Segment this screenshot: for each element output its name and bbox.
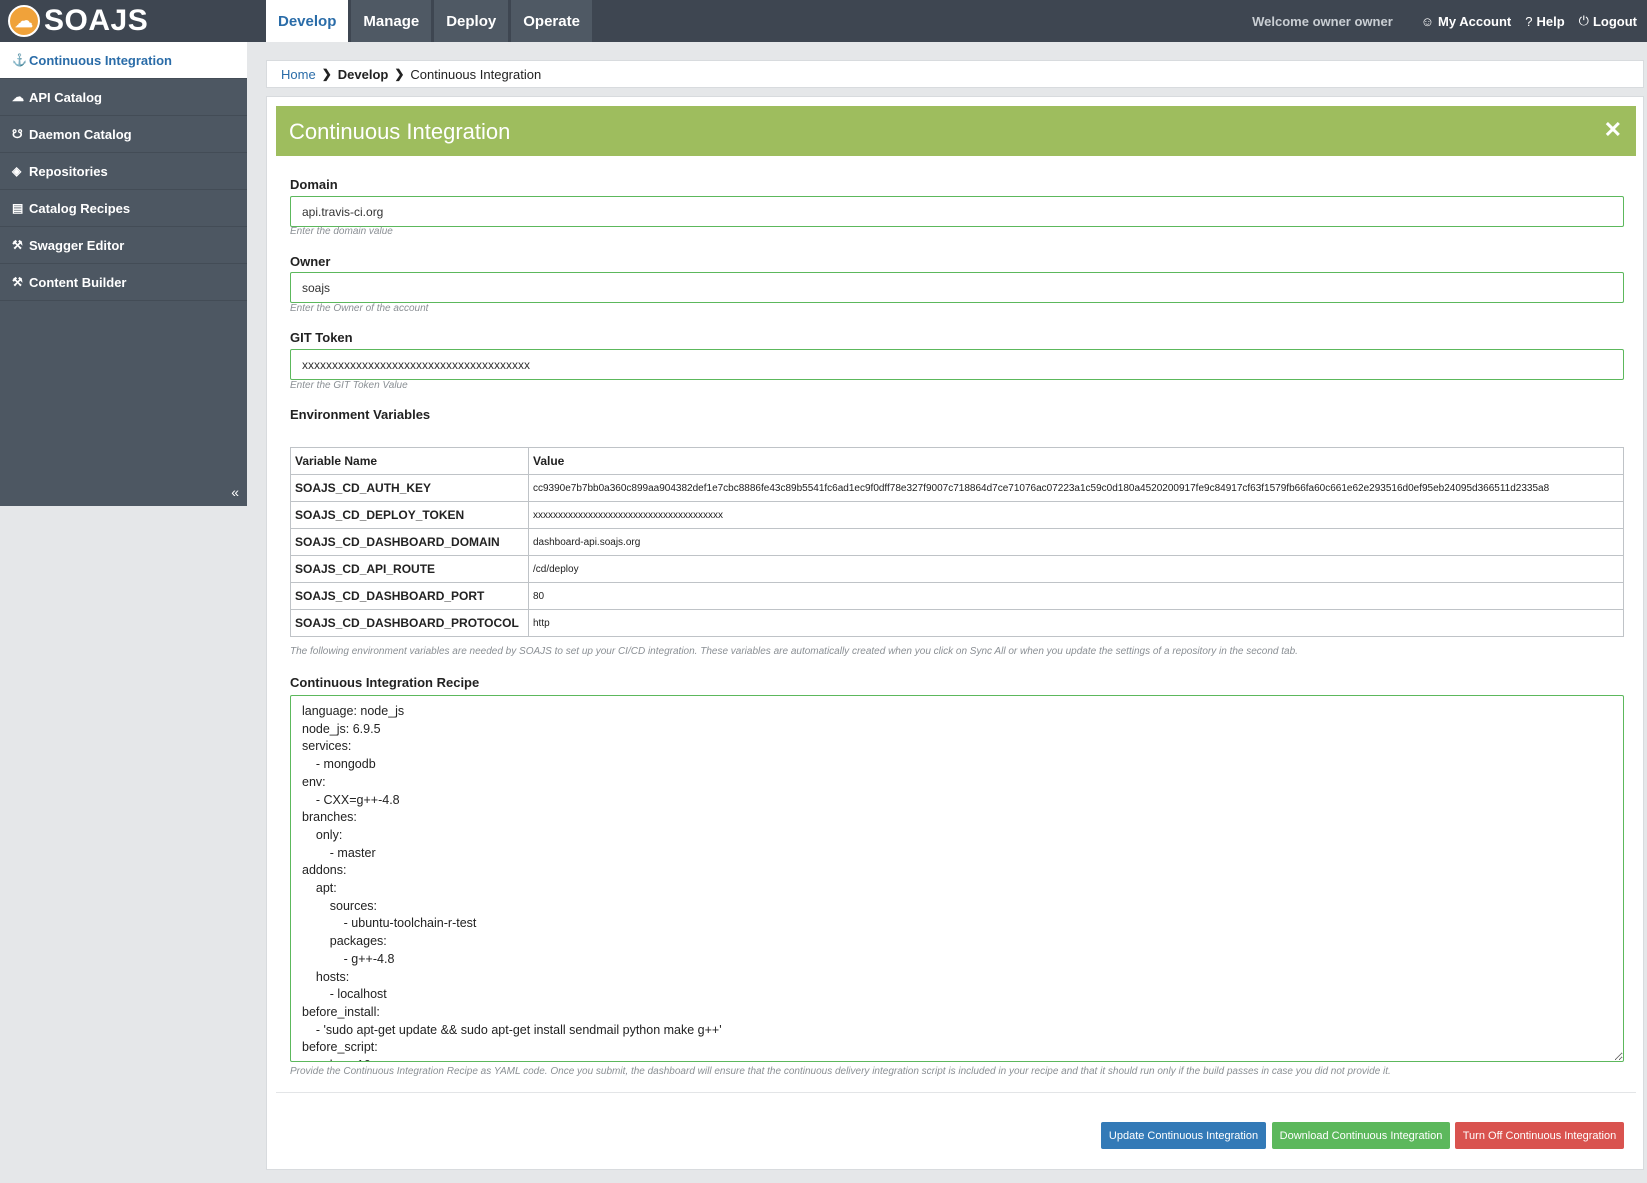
app-name: SOAJS [44,4,149,37]
logout-link[interactable]: ⏻ Logout [1579,13,1637,29]
breadcrumb: Home ❯ Develop ❯ Continuous Integration [266,60,1644,88]
divider [276,1092,1636,1093]
turn-off-ci-button[interactable]: Turn Off Continuous Integration [1455,1122,1624,1149]
chevron-right-icon: ❯ [394,67,405,81]
sidebar-item-content-builder[interactable]: ⚒ Content Builder [0,264,247,301]
sidebar-item-daemon-catalog[interactable]: ☋ Daemon Catalog [0,116,247,153]
sidebar-item-label: Catalog Recipes [29,200,131,216]
variable-value: dashboard-api.soajs.org [528,528,1624,556]
update-ci-button[interactable]: Update Continuous Integration [1101,1122,1266,1149]
cloud-logo-icon: ☁ [8,5,40,37]
logout-label: Logout [1592,13,1637,29]
help-label: Help [1536,13,1565,29]
sidebar-item-label: Content Builder [29,274,127,290]
domain-help: Enter the domain value [290,226,393,237]
panel-header: Continuous Integration ✕ [276,106,1636,156]
git-token-label: GIT Token [290,330,353,345]
variable-name: SOAJS_CD_DASHBOARD_DOMAIN [290,528,529,556]
table-header-row: Variable Name Value [290,447,1624,475]
owner-label: Owner [290,254,331,269]
file-icon: ▤ [12,201,24,215]
sidebar-item-label: Swagger Editor [29,237,125,253]
variable-name: SOAJS_CD_DASHBOARD_PORT [290,582,529,610]
sidebar-item-continuous-integration[interactable]: ⚓ Continuous Integration [0,42,247,79]
git-token-help: Enter the GIT Token Value [290,380,408,391]
daemon-icon: ☋ [12,127,23,141]
env-variables-table: Variable Name Value SOAJS_CD_AUTH_KEY cc… [290,447,1624,637]
sidebar-item-label: Continuous Integration [29,52,172,68]
domain-field[interactable] [290,196,1624,227]
sidebar-item-label: Repositories [29,163,108,179]
variable-name: SOAJS_CD_DEPLOY_TOKEN [290,501,529,529]
breadcrumb-home[interactable]: Home [281,67,316,82]
user-bar: Welcome owner owner ☺ My Account ? Help … [1252,0,1637,42]
column-header-variable-name: Variable Name [290,447,529,475]
env-variables-label: Environment Variables [290,407,431,422]
download-ci-button[interactable]: Download Continuous Integration [1272,1122,1450,1149]
swagger-icon: ⚒ [12,238,23,252]
variable-value: http [528,609,1624,637]
variable-value: /cd/deploy [528,555,1624,583]
ci-icon: ⚓ [12,53,27,67]
welcome-text: Welcome owner owner [1252,13,1393,29]
git-icon: ◈ [12,164,22,178]
domain-label: Domain [290,177,338,192]
table-row: SOAJS_CD_API_ROUTE /cd/deploy [290,555,1624,583]
top-navbar: ☁ SOAJS Develop Manage Deploy Operate We… [0,0,1647,42]
sidebar-item-label: API Catalog [29,89,102,105]
table-row: SOAJS_CD_AUTH_KEY cc9390e7b7bb0a360c899a… [290,474,1624,502]
git-token-field[interactable] [290,349,1624,380]
table-row: SOAJS_CD_DASHBOARD_DOMAIN dashboard-api.… [290,528,1624,556]
variable-value: cc9390e7b7bb0a360c899aa904382def1e7cbc88… [528,474,1624,502]
variable-name: SOAJS_CD_AUTH_KEY [290,474,529,502]
close-icon[interactable]: ✕ [1604,117,1622,143]
tab-deploy[interactable]: Deploy [434,0,509,42]
my-account-link[interactable]: ☺ My Account [1421,14,1511,29]
tab-manage[interactable]: Manage [351,0,432,42]
variable-value: 80 [528,582,1624,610]
user-icon: ☺ [1420,13,1435,29]
sidebar-item-label: Daemon Catalog [29,126,132,142]
table-row: SOAJS_CD_DEPLOY_TOKEN xxxxxxxxxxxxxxxxxx… [290,501,1624,529]
variable-name: SOAJS_CD_DASHBOARD_PROTOCOL [290,609,529,637]
owner-field[interactable] [290,272,1624,303]
tab-develop[interactable]: Develop [266,0,349,42]
table-row: SOAJS_CD_DASHBOARD_PORT 80 [290,582,1624,610]
recipe-label: Continuous Integration Recipe [290,675,480,690]
breadcrumb-current: Continuous Integration [410,66,542,82]
table-row: SOAJS_CD_DASHBOARD_PROTOCOL http [290,609,1624,637]
top-nav-tabs: Develop Manage Deploy Operate [266,0,595,42]
chevron-right-icon: ❯ [321,67,332,81]
sidebar-item-repositories[interactable]: ◈ Repositories [0,153,247,190]
question-icon: ? [1525,13,1533,29]
sidebar-item-api-catalog[interactable]: ☁ API Catalog [0,79,247,116]
cloud-icon: ☁ [12,90,24,104]
my-account-label: My Account [1438,13,1512,29]
app-logo[interactable]: ☁ SOAJS [8,4,148,38]
variable-name: SOAJS_CD_API_ROUTE [290,555,529,583]
double-chevron-left-icon[interactable]: « [231,484,239,500]
column-header-value: Value [528,447,1624,475]
recipe-editor[interactable]: language: node_js node_js: 6.9.5 service… [290,695,1624,1062]
recipe-help: Provide the Continuous Integration Recip… [290,1066,1391,1077]
sidebar-item-catalog-recipes[interactable]: ▤ Catalog Recipes [0,190,247,227]
env-variables-help: The following environment variables are … [290,646,1298,657]
tab-operate[interactable]: Operate [511,0,592,42]
sidebar: ⚓ Continuous Integration ☁ API Catalog ☋… [0,42,247,506]
help-link[interactable]: ? Help [1525,14,1564,29]
sidebar-item-swagger-editor[interactable]: ⚒ Swagger Editor [0,227,247,264]
variable-value: xxxxxxxxxxxxxxxxxxxxxxxxxxxxxxxxxxxxxx [528,501,1624,529]
hammer-icon: ⚒ [12,275,23,289]
ci-panel: Continuous Integration ✕ Domain Enter th… [266,96,1644,1170]
owner-help: Enter the Owner of the account [290,303,429,314]
page-title: Continuous Integration [289,119,511,144]
breadcrumb-develop[interactable]: Develop [338,67,389,82]
power-icon: ⏻ [1578,13,1589,28]
